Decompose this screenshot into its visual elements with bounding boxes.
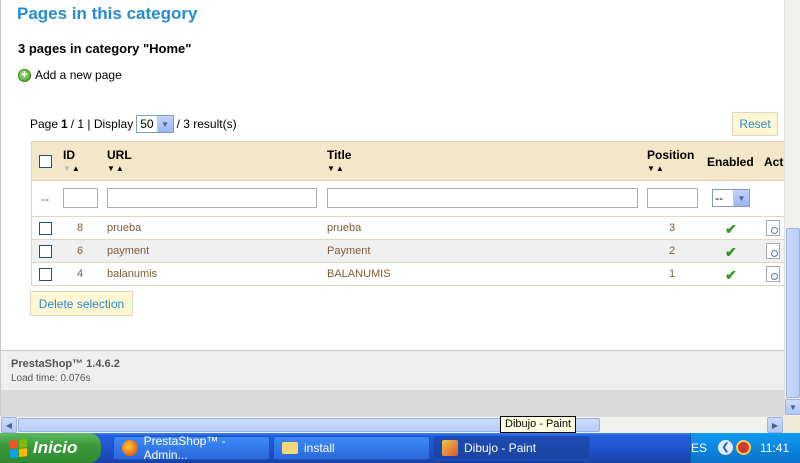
task-label: Dibujo - Paint: [464, 441, 537, 455]
row-checkbox[interactable]: [39, 245, 52, 258]
tooltip: Dibujo - Paint: [500, 416, 577, 433]
col-title-label: Title: [327, 148, 352, 162]
col-enabled-label: Enabled: [707, 155, 754, 169]
cell-position: 3: [669, 222, 676, 234]
cell-position: 1: [669, 268, 676, 280]
chevron-down-icon[interactable]: ▼: [733, 190, 749, 206]
filter-enabled-select[interactable]: -- ▼: [712, 189, 750, 207]
filter-row: -- -- ▼: [31, 181, 784, 216]
scroll-left-icon[interactable]: ◀: [1, 417, 17, 433]
cell-id: 6: [77, 245, 84, 257]
tray-expand-icon[interactable]: ❮: [718, 440, 733, 455]
col-position-label: Position: [647, 148, 695, 162]
task-firefox[interactable]: PrestaShop™ - Admin...: [113, 434, 270, 462]
cell-position: 2: [669, 245, 676, 257]
task-label: install: [304, 441, 335, 455]
filter-enabled-value: --: [715, 191, 723, 205]
results-text: / 3 result(s): [176, 117, 237, 131]
col-actions-label: Acti: [764, 155, 784, 169]
enabled-check-icon[interactable]: ✔: [725, 221, 737, 238]
chevron-down-icon[interactable]: ▼: [156, 116, 173, 132]
sort-icon[interactable]: ▼▲: [107, 164, 132, 173]
view-icon[interactable]: [766, 220, 780, 236]
cell-title: BALANUMIS: [327, 268, 391, 280]
sort-icon[interactable]: ▼▲: [63, 164, 81, 173]
col-enabled: Enabled: [707, 155, 754, 169]
col-id-label: ID: [63, 148, 75, 162]
table-header: ID ▼▲ URL ▼▲ Title ▼▲ Position ▼▲ Enable…: [31, 141, 784, 181]
footer-load-time: Load time: 0.076s: [11, 373, 91, 384]
task-paint[interactable]: Dibujo - Paint: [433, 436, 590, 460]
reset-button[interactable]: Reset: [732, 112, 778, 136]
page-bottom-band: [1, 390, 784, 416]
add-new-page-label: Add a new page: [35, 68, 122, 82]
col-position: Position ▼▲: [647, 148, 694, 173]
add-new-page-link[interactable]: + Add a new page: [18, 68, 122, 82]
col-url-label: URL: [107, 148, 132, 162]
cell-url: prueba: [107, 222, 142, 234]
cell-id: 8: [77, 222, 84, 234]
delete-selection-button[interactable]: Delete selection: [30, 291, 133, 316]
view-icon[interactable]: [766, 243, 780, 259]
vertical-scroll-thumb[interactable]: [786, 228, 800, 398]
language-indicator[interactable]: ES: [691, 441, 707, 455]
page-total-text: / 1 | Display: [70, 117, 134, 131]
filter-dash: --: [41, 192, 49, 206]
view-icon[interactable]: [766, 266, 780, 282]
footer: PrestaShop™ 1.4.6.2 Load time: 0.076s: [1, 350, 784, 390]
table-row[interactable]: 4 balanumis BALANUMIS 1 ✔: [31, 262, 784, 285]
row-checkbox[interactable]: [39, 222, 52, 235]
add-icon: +: [18, 68, 31, 82]
cell-title: prueba: [327, 222, 362, 234]
select-all-checkbox[interactable]: [39, 155, 52, 168]
folder-icon: [282, 442, 298, 454]
vertical-scrollbar[interactable]: ▼: [784, 0, 800, 416]
horizontal-scrollbar[interactable]: ◀ ▶: [0, 416, 784, 433]
start-button[interactable]: Inicio: [0, 433, 101, 463]
scrollbar-corner: [784, 416, 800, 433]
scroll-right-icon[interactable]: ▶: [767, 417, 783, 433]
cell-title: Payment: [327, 245, 371, 257]
task-install-folder[interactable]: install: [273, 436, 430, 460]
start-label: Inicio: [33, 438, 78, 457]
footer-version: PrestaShop™ 1.4.6.2: [11, 358, 120, 370]
system-tray: ES ❮ 11:41: [690, 433, 800, 463]
filter-title-input[interactable]: [327, 188, 638, 208]
table-row[interactable]: 8 prueba prueba 3 ✔: [31, 216, 784, 239]
filter-id-input[interactable]: [63, 188, 98, 208]
col-title: Title ▼▲: [327, 148, 351, 173]
section-title: Pages in this category: [17, 4, 198, 23]
task-label: PrestaShop™ - Admin...: [143, 434, 226, 462]
clock: 11:41: [760, 441, 790, 455]
table-bottom-border: [31, 285, 784, 286]
col-actions: Acti: [764, 155, 784, 169]
page-label: Page: [30, 117, 59, 131]
pagination-bar: Page 1 / 1 | Display 50 ▼ / 3 result(s): [30, 115, 237, 133]
cell-id: 4: [77, 268, 84, 280]
enabled-check-icon[interactable]: ✔: [725, 244, 737, 261]
filter-position-input[interactable]: [647, 188, 698, 208]
filter-url-input[interactable]: [107, 188, 317, 208]
cell-url: balanumis: [107, 268, 158, 280]
windows-logo-icon: [10, 438, 27, 458]
page-count-text: 3 pages in category "Home": [18, 41, 192, 56]
enabled-check-icon[interactable]: ✔: [725, 267, 737, 284]
row-checkbox[interactable]: [39, 268, 52, 281]
browser-viewport: Pages in this category 3 pages in catego…: [0, 0, 784, 416]
page-size-select[interactable]: 50 ▼: [136, 115, 174, 133]
security-icon[interactable]: [736, 440, 751, 455]
page-current: 1: [61, 117, 68, 131]
taskbar: Inicio PrestaShop™ - Admin... install Di…: [0, 433, 800, 463]
table-row[interactable]: 6 payment Payment 2 ✔: [31, 239, 784, 262]
scroll-down-icon[interactable]: ▼: [785, 399, 800, 415]
col-id: ID ▼▲: [63, 148, 81, 173]
paint-icon: [442, 440, 458, 456]
page-size-value: 50: [140, 117, 154, 131]
sort-icon[interactable]: ▼▲: [327, 164, 351, 173]
sort-icon[interactable]: ▼▲: [647, 164, 694, 173]
cell-url: payment: [107, 245, 150, 257]
col-url: URL ▼▲: [107, 148, 132, 173]
firefox-icon: [122, 440, 138, 456]
